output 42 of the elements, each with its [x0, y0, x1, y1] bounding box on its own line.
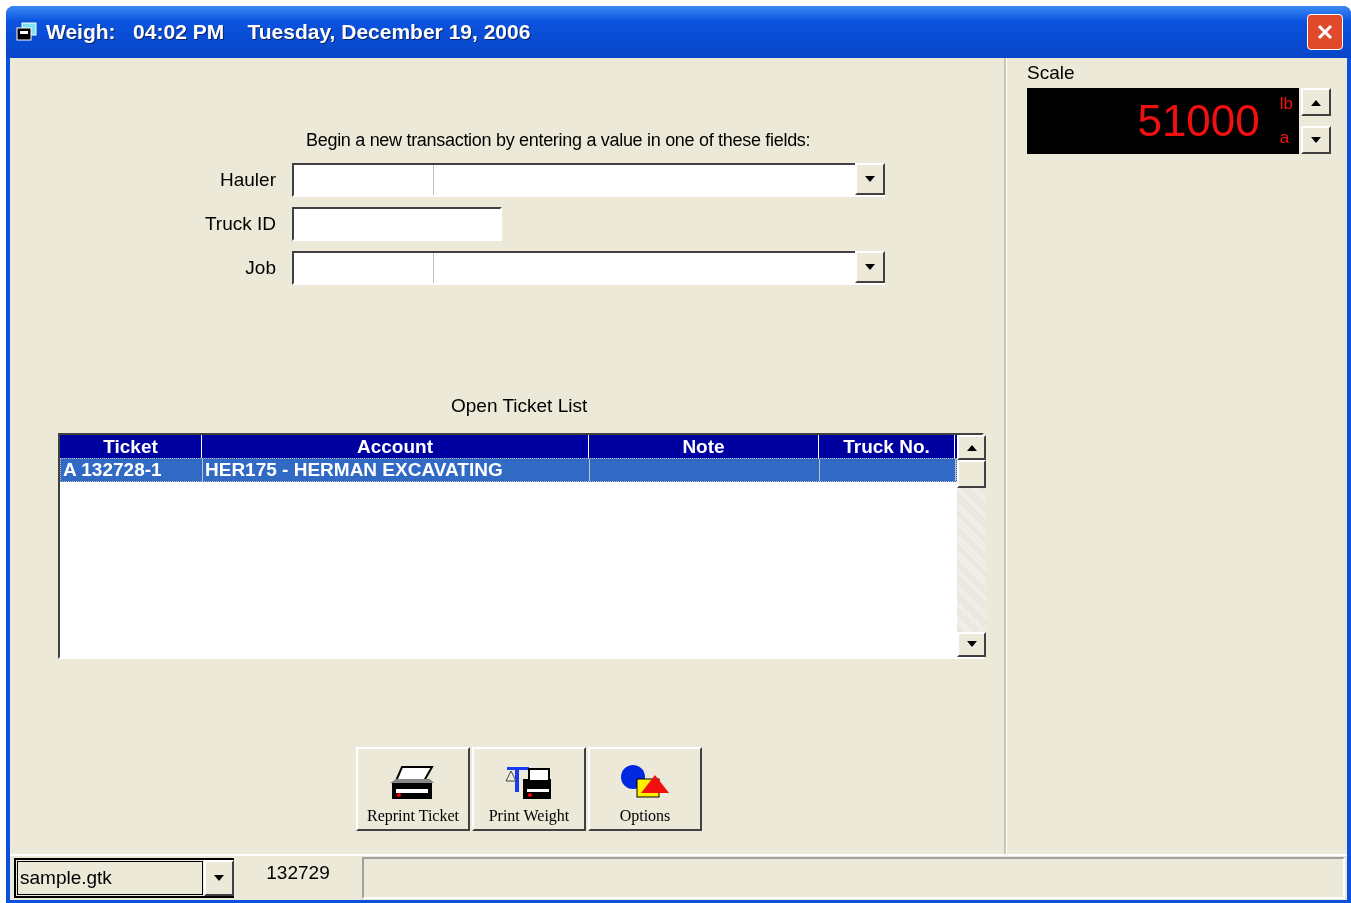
scale-label: Scale — [1027, 62, 1076, 84]
close-icon — [1316, 23, 1334, 41]
toolbar-button[interactable]: Options — [588, 747, 702, 831]
table-cell: A 132728-1 — [61, 459, 203, 481]
close-button[interactable] — [1307, 14, 1343, 50]
input-field[interactable] — [292, 207, 502, 241]
field-label: Hauler — [219, 169, 277, 191]
scroll-down-button[interactable] — [957, 632, 986, 657]
scrollbar[interactable] — [957, 435, 986, 657]
dropdown-arrow-icon — [213, 874, 225, 882]
toolbar-button[interactable]: Print Weight — [472, 747, 586, 831]
shapes-icon — [619, 763, 671, 801]
dropdown-arrow-icon — [864, 175, 876, 183]
dropdown-button[interactable] — [855, 251, 885, 283]
scroll-thumb[interactable] — [957, 460, 986, 488]
scroll-down-arrow-icon — [965, 641, 978, 648]
dropdown-button[interactable] — [855, 163, 885, 195]
dropdown-arrow-icon — [864, 263, 876, 271]
scroll-up-button[interactable] — [957, 435, 986, 460]
scroll-up-arrow-icon — [1310, 98, 1322, 106]
table-row[interactable]: A 132728-1 HER175 - HERMAN EXCAVATING — [60, 458, 957, 482]
field-label: Job — [244, 257, 277, 279]
mode-text: a — [1279, 128, 1291, 148]
file-name: sample.gtk — [17, 861, 203, 895]
app-icon — [16, 22, 38, 42]
unit-text: lb — [1279, 94, 1293, 114]
file-combo[interactable]: sample.gtk — [14, 858, 234, 898]
weight-reading: 51000 — [1137, 96, 1260, 146]
window-title: Weigh: 04:02 PM Tuesday, December 19, 2006 — [46, 20, 532, 44]
table-cell: HER175 - HERMAN EXCAVATING — [203, 459, 590, 481]
spin-down-arrow-icon — [1310, 136, 1322, 144]
field-label: Truck ID — [203, 213, 277, 235]
scroll-up-arrow-icon — [965, 444, 978, 451]
dropdown-button[interactable] — [204, 860, 234, 896]
ticket-number: 132729 — [265, 862, 331, 884]
toolbar-button[interactable]: Reprint Ticket — [356, 747, 470, 831]
spin-down-button[interactable] — [1301, 126, 1331, 154]
list-title: Open Ticket List — [451, 395, 588, 417]
combo-field[interactable] — [292, 163, 885, 197]
instruction-text: Begin a new transaction by entering a value in one of these fields: — [306, 130, 811, 151]
combo-field[interactable] — [292, 251, 885, 285]
spin-up-button[interactable] — [1301, 88, 1331, 116]
